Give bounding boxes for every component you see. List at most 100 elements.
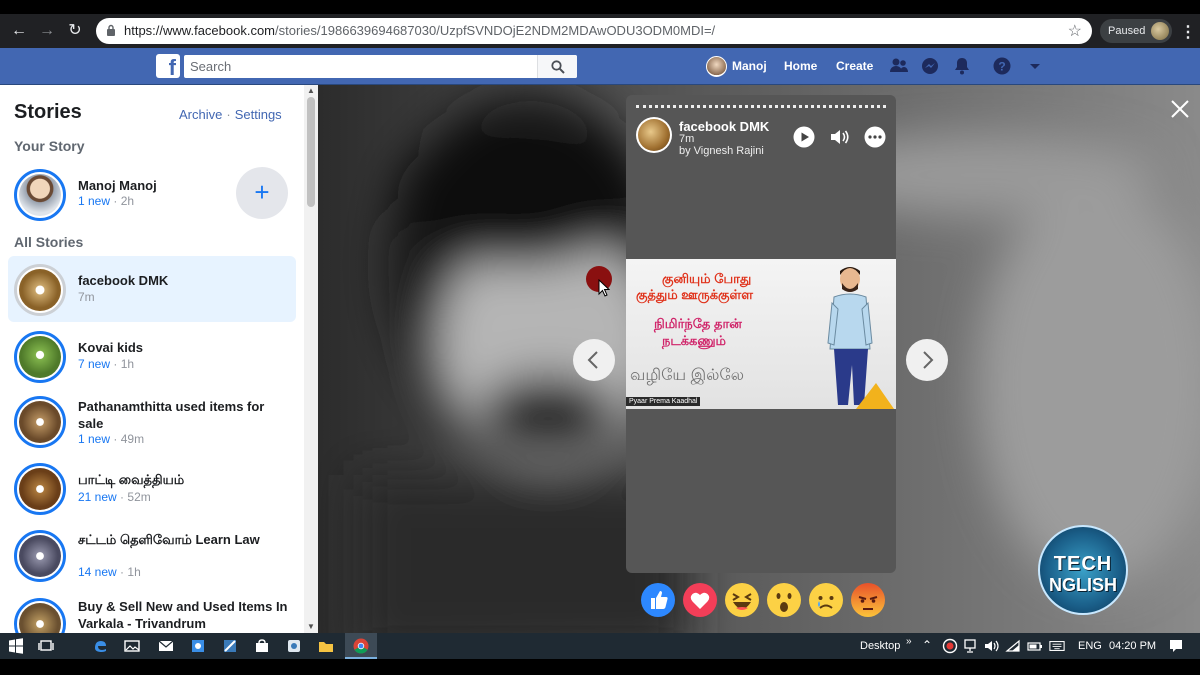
photos-app-icon[interactable] [124,638,140,654]
search-icon [551,60,565,74]
scroll-down-arrow-icon[interactable]: ▼ [307,622,315,631]
story-ring [14,264,66,316]
play-icon[interactable] [793,126,815,148]
scroll-up-arrow-icon[interactable]: ▲ [307,86,315,95]
desktop-toolbar-label[interactable]: Desktop [860,640,900,652]
address-bar[interactable]: https://www.facebook.com/stories/1986639… [96,18,1092,44]
help-icon[interactable]: ? [992,56,1012,76]
story-item-varkala[interactable]: Buy & Sell New and Used Items In Varkala… [8,590,296,633]
url-host: https://www.facebook.com [124,23,276,38]
story-item-facebook-dmk[interactable]: facebook DMK 7m [8,256,296,322]
letterbox-top [0,0,1200,14]
story-name: Buy & Sell New and Used Items In Varkala… [78,599,288,631]
sidebar-title: Stories [14,101,82,123]
chevron-up-icon[interactable]: ⌃ [922,638,932,652]
story-owner-avatar[interactable] [636,117,672,153]
story-meta: 7 new · 1h [78,357,134,371]
story-ring [14,463,66,515]
network-icon[interactable] [962,638,978,654]
scrollbar-thumb[interactable] [307,97,315,207]
previous-story-button[interactable] [573,339,615,381]
volume-tray-icon[interactable] [983,638,999,654]
taskbar-active-app[interactable] [345,633,377,659]
avatar [19,174,61,216]
app-icon-blue[interactable] [190,638,206,654]
haha-reaction-icon[interactable] [724,582,760,618]
friend-requests-icon[interactable] [889,56,909,76]
back-arrow-icon[interactable]: ← [8,20,30,42]
settings-link[interactable]: Settings [235,107,282,122]
meta-separator: · [120,490,125,504]
meta-separator: · [113,432,118,446]
battery-icon[interactable] [1027,638,1043,654]
messenger-icon[interactable] [920,56,940,76]
kebab-menu-icon[interactable]: ⋮ [1180,22,1196,42]
store-app-icon[interactable] [254,638,270,654]
edge-browser-icon[interactable] [92,638,108,654]
story-item-pathanamthitta[interactable]: Pathanamthitta used items for sale 1 new… [8,388,296,454]
notifications-bell-icon[interactable] [952,56,972,76]
more-options-icon[interactable] [864,126,886,148]
story-name: Pathanamthitta used items for sale [78,399,265,431]
story-ring [14,530,66,582]
create-link[interactable]: Create [836,59,873,73]
account-menu-arrow-icon[interactable] [1025,56,1045,76]
story-card[interactable]: facebook DMK 7m by Vignesh Rajini குனியு… [626,95,896,573]
chevron-left-icon [587,351,598,369]
sad-reaction-icon[interactable] [808,582,844,618]
sidebar-scrollbar[interactable]: ▲ ▼ [304,85,318,633]
app-icon-diagonal[interactable] [222,638,238,654]
forward-arrow-icon[interactable]: → [36,20,58,42]
wow-reaction-icon[interactable] [766,582,802,618]
image-text-line: குனியும் போது [662,271,752,286]
url-path: /stories/1986639694687030/UzpfSVNDOjE2ND… [275,23,716,38]
story-viewer: facebook DMK 7m by Vignesh Rajini குனியு… [318,85,1200,633]
task-view-icon[interactable] [38,638,54,654]
wifi-icon[interactable] [1005,638,1021,654]
story-owner-name[interactable]: facebook DMK [679,119,769,134]
record-icon[interactable] [942,638,958,654]
like-reaction-icon[interactable] [640,582,676,618]
clock[interactable]: 04:20 PM [1109,640,1156,652]
close-icon[interactable] [1168,97,1192,121]
archive-link[interactable]: Archive [179,107,222,122]
windows-start-icon[interactable] [8,638,24,654]
story-time: 7m [679,133,695,145]
mail-app-icon[interactable] [158,638,174,654]
story-meta: 21 new · 52m [78,490,151,504]
facebook-logo[interactable]: f [156,54,180,78]
story-meta: 1 new · 2h [78,194,134,208]
story-item-kovai-kids[interactable]: Kovai kids 7 new · 1h [8,323,296,389]
love-reaction-icon[interactable] [682,582,718,618]
action-center-icon[interactable] [1168,638,1184,654]
chevron-right-icon [923,351,934,369]
meta-separator: · [113,194,118,208]
volume-icon[interactable] [828,126,850,148]
sidebar-links: Archive · Settings [179,107,282,122]
story-item-paatti-vaithiyam[interactable]: பாட்டி வைத்தியம் 21 new · 52m [8,455,296,521]
watermark-text: NGLISH [1048,575,1117,595]
new-count: 7 new [78,357,111,371]
home-link[interactable]: Home [784,59,817,73]
new-count: 1 new [78,432,111,446]
keyboard-icon[interactable] [1049,638,1065,654]
app-icon-gear[interactable] [286,638,302,654]
next-story-button[interactable] [906,339,948,381]
language-indicator[interactable]: ENG [1078,640,1102,652]
browser-profile-avatar [1151,22,1169,40]
angry-reaction-icon[interactable] [850,582,886,618]
bookmark-star-icon[interactable]: ☆ [1068,21,1082,41]
add-story-button[interactable]: + [236,167,288,219]
story-ring [14,169,66,221]
profile-sync-button[interactable]: Paused [1100,19,1172,43]
reactions-bar [640,582,890,622]
meta-separator: · [120,565,125,579]
reload-icon[interactable]: ↻ [64,20,86,42]
new-count: 21 new [78,490,117,504]
search-button[interactable] [537,55,577,78]
file-explorer-icon[interactable] [318,638,334,654]
image-caption-tag: Pyaar Prema Kaadhal [626,397,701,406]
search-input[interactable] [184,55,537,78]
chevron-double-right-icon[interactable]: » [906,636,912,647]
story-item-learn-law[interactable]: சட்டம் தெளிவோம் Learn Law 14 new · 1h [8,522,296,588]
